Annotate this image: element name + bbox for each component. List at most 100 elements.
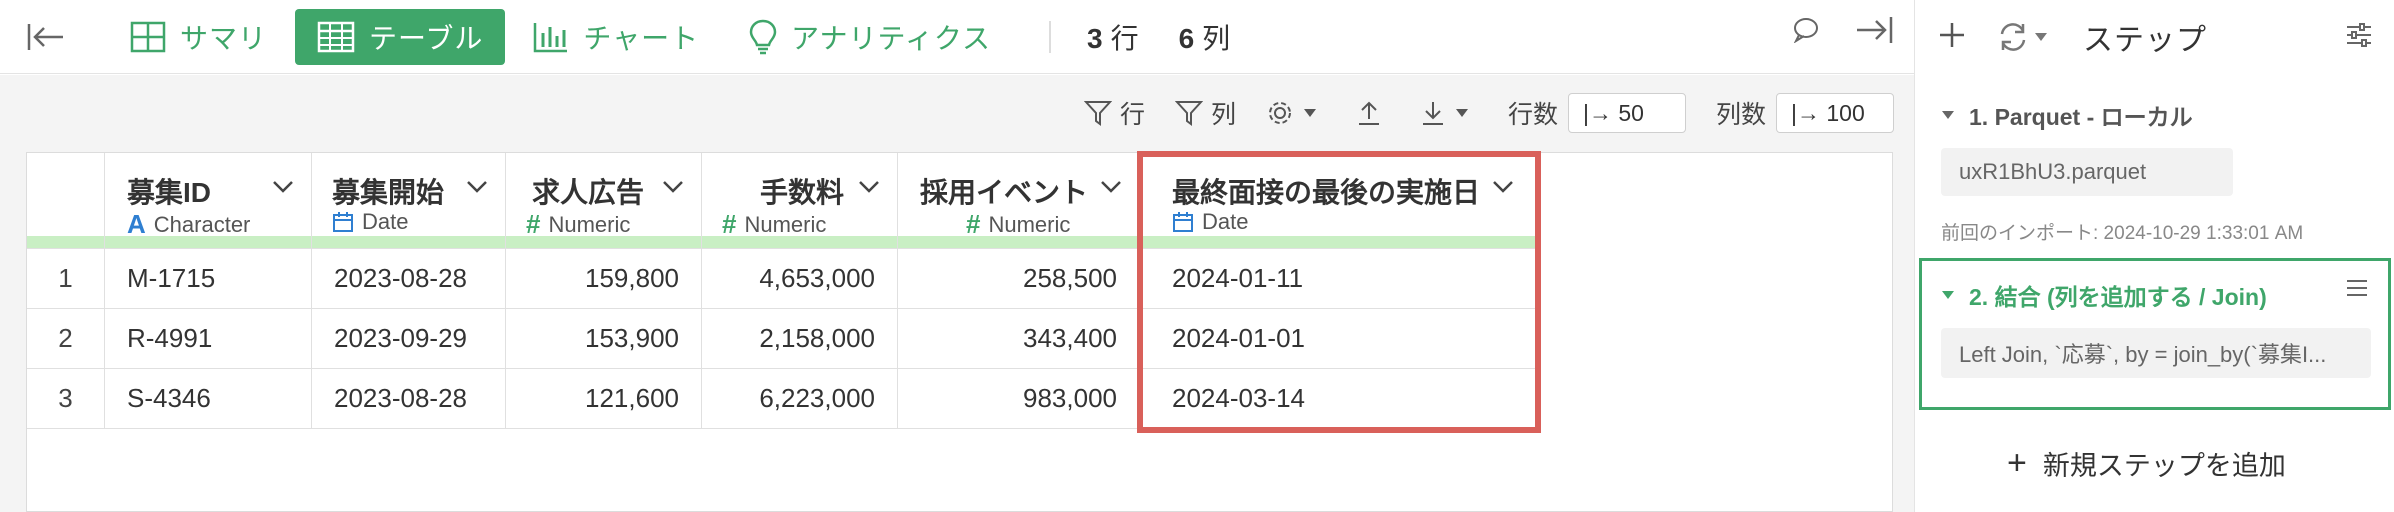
row-count-value: 3 — [1087, 22, 1103, 54]
tab-analytics[interactable]: アナリティクス — [727, 9, 1013, 65]
comment-button[interactable] — [1792, 17, 1820, 48]
caret-down-icon — [1942, 291, 1954, 299]
step-1-file[interactable]: uxR1BhU3.parquet — [1941, 148, 2233, 196]
filter-icon — [1174, 101, 1203, 126]
upload-icon — [1358, 101, 1379, 125]
chevron-down-icon[interactable] — [1099, 179, 1123, 195]
table-cell[interactable]: 2023-09-29 — [312, 309, 506, 369]
cols-limit-input[interactable]: |→ 100 — [1776, 93, 1894, 133]
caret-down-icon — [1303, 109, 1316, 117]
steps-header: ステップ — [1915, 0, 2394, 74]
table-subtoolbar: 行 列 行数 |→ 50 列数 |→ 100 — [1083, 93, 1894, 133]
step-1-title: 1. Parquet - ローカル — [1969, 104, 2193, 130]
rows-limit-input[interactable]: |→ 50 — [1567, 93, 1686, 133]
step-2-menu-button[interactable] — [2345, 276, 2369, 305]
add-step-button[interactable] — [1937, 20, 1967, 55]
top-toolbar: サマリ テーブル チャート アナリティクス 3 行 6 列 — [0, 0, 1914, 74]
column-type-label: Numeric — [548, 211, 631, 237]
tab-summary-label: サマリ — [180, 22, 268, 54]
row-filter-button[interactable]: 行 — [1083, 95, 1145, 131]
collapse-left-icon — [27, 23, 63, 50]
tab-chart[interactable]: チャート — [511, 9, 721, 65]
table-cell[interactable]: S-4346 — [105, 369, 312, 429]
column-highlight-box — [1137, 151, 1541, 433]
step-1-header[interactable]: 1. Parquet - ローカル — [1941, 98, 2193, 132]
step-1-last-import: 前回のインポート: 2024-10-29 1:33:01 AM — [1941, 223, 2304, 244]
tab-chart-label: チャート — [583, 22, 700, 54]
hamburger-menu-icon — [2347, 280, 2367, 296]
column-type: Date — [332, 209, 408, 235]
table-cell[interactable]: M-1715 — [105, 249, 312, 309]
table-cell[interactable]: 2023-08-28 — [312, 249, 506, 309]
column-name: 募集ID — [127, 177, 212, 208]
table-cell[interactable]: 6,223,000 — [702, 369, 898, 429]
table-cell[interactable]: 983,000 — [898, 369, 1140, 429]
column-filter-button[interactable]: 列 — [1174, 95, 1236, 131]
column-count-value: 6 — [1178, 22, 1195, 54]
row-count: 3 行 — [1087, 17, 1139, 57]
step-2-title: 2. 結合 (列を追加する / Join) — [1969, 284, 2267, 310]
column-type: A Character — [127, 209, 250, 240]
download-dropdown-button[interactable] — [1420, 99, 1478, 127]
cols-limit-label: 列数 — [1715, 101, 1766, 129]
column-header[interactable]: 求人広告 # Numeric — [506, 153, 702, 249]
table-icon — [317, 21, 355, 52]
data-table: 募集ID A Character 募集開始 Date 求人広告 # Numeri… — [26, 151, 1893, 512]
settings-dropdown-button[interactable] — [1266, 99, 1326, 127]
sliders-icon — [2347, 23, 2371, 47]
chevron-down-icon[interactable] — [465, 179, 489, 195]
comment-icon — [1793, 18, 1818, 44]
refresh-icon — [2000, 23, 2026, 51]
download-icon — [1422, 102, 1443, 125]
numeric-type-icon: # — [526, 209, 541, 239]
numeric-type-icon: # — [722, 209, 737, 239]
table-cell[interactable]: 258,500 — [898, 249, 1140, 309]
column-header[interactable]: 募集ID A Character — [105, 153, 312, 249]
table-cell[interactable]: 4,653,000 — [702, 249, 898, 309]
column-name: 採用イベント — [920, 177, 1089, 208]
table-cell[interactable]: 343,400 — [898, 309, 1140, 369]
tab-summary[interactable]: サマリ — [108, 9, 289, 65]
upload-button[interactable] — [1356, 99, 1390, 127]
table-cell[interactable]: 153,900 — [506, 309, 702, 369]
add-new-step-button[interactable]: + 新規ステップを追加 — [2007, 444, 2286, 483]
collapse-left-button[interactable] — [24, 15, 68, 59]
steps-settings-button[interactable] — [2344, 20, 2374, 55]
chevron-down-icon[interactable] — [271, 179, 295, 195]
column-header[interactable]: 募集開始 Date — [312, 153, 506, 249]
caret-down-icon — [2035, 33, 2047, 41]
caret-down-icon — [1942, 111, 1954, 119]
steps-title: ステップ — [2083, 24, 2207, 57]
collapse-right-button[interactable] — [1854, 15, 1894, 50]
collapse-right-icon — [1857, 17, 1893, 43]
row-number-header — [27, 153, 105, 249]
column-name: 求人広告 — [532, 177, 645, 208]
table-cell[interactable]: 2023-08-28 — [312, 369, 506, 429]
table-cell[interactable]: 121,600 — [506, 369, 702, 429]
step-2-header[interactable]: 2. 結合 (列を追加する / Join) — [1941, 278, 2267, 312]
table-cell[interactable]: 2,158,000 — [702, 309, 898, 369]
rows-limit-label: 行数 — [1507, 101, 1558, 129]
column-header[interactable]: 採用イベント # Numeric — [898, 153, 1140, 249]
toolbar-divider — [1049, 20, 1051, 53]
column-name: 募集開始 — [332, 177, 445, 208]
row-count-unit: 行 — [1110, 22, 1139, 54]
column-filter-label: 列 — [1210, 101, 1236, 129]
refresh-dropdown-button[interactable] — [1997, 22, 2049, 52]
chevron-down-icon[interactable] — [661, 179, 685, 195]
column-name: 手数料 — [760, 177, 845, 208]
caret-down-icon — [1455, 109, 1468, 117]
column-type-label: Character — [153, 211, 251, 237]
table-cell[interactable]: R-4991 — [105, 309, 312, 369]
column-header[interactable]: 手数料 # Numeric — [702, 153, 898, 249]
lightbulb-icon — [749, 19, 777, 54]
column-type-label: Date — [362, 209, 409, 234]
column-type-label: Numeric — [988, 211, 1071, 237]
chevron-down-icon[interactable] — [857, 179, 881, 195]
gear-icon — [1268, 102, 1291, 124]
tab-table[interactable]: テーブル — [295, 8, 506, 65]
step-2-detail[interactable]: Left Join, `応募`, by = join_by(`募集I... — [1941, 328, 2371, 378]
table-cell[interactable]: 159,800 — [506, 249, 702, 309]
character-type-icon: A — [127, 209, 146, 239]
plus-icon — [1940, 22, 1964, 47]
